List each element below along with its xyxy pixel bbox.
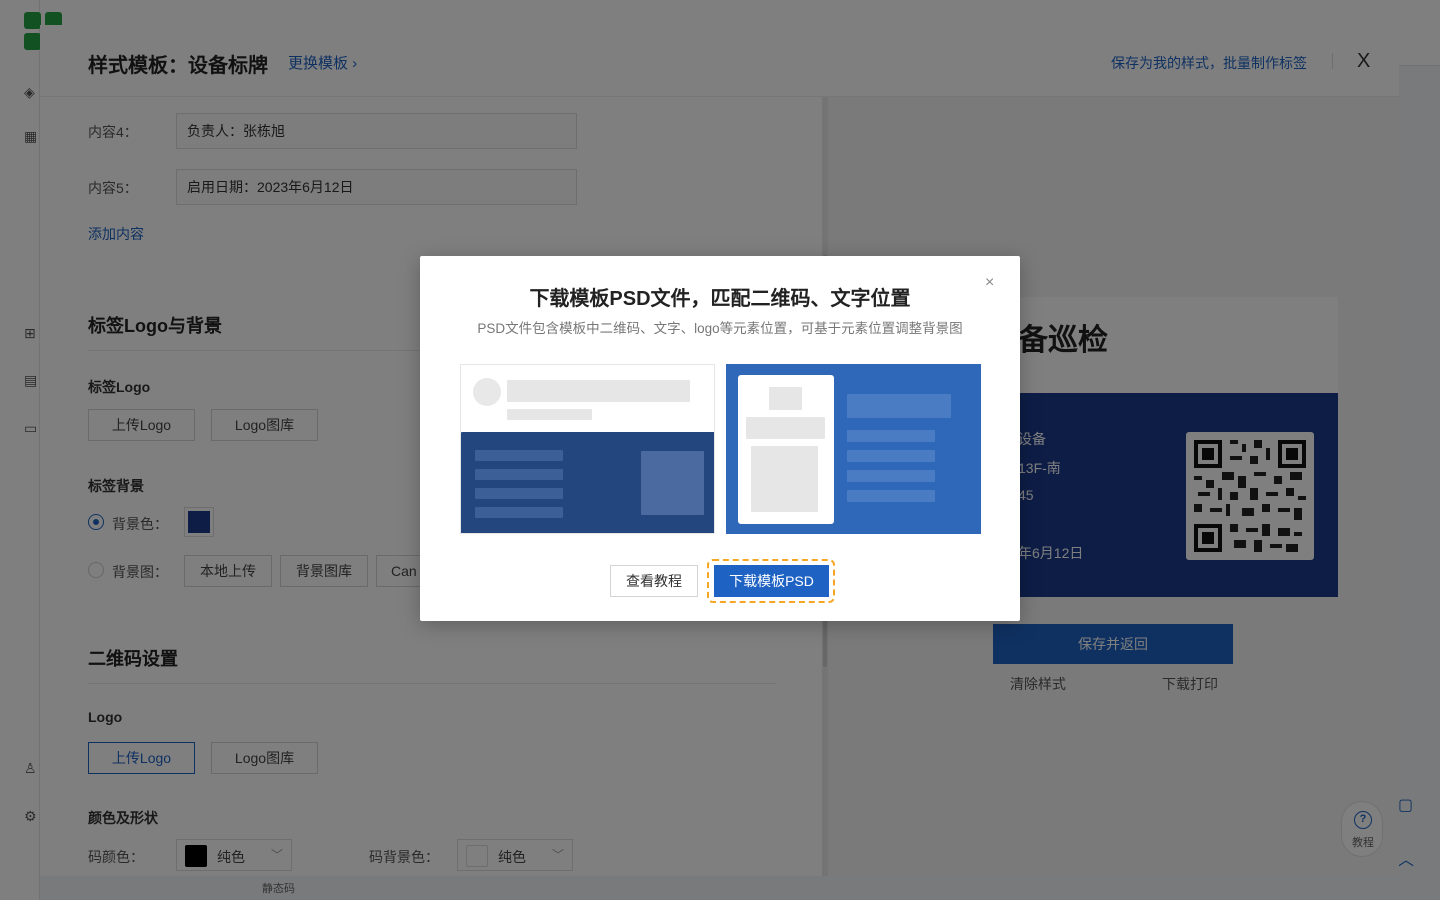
download-psd-dialog: × 下载模板PSD文件，匹配二维码、文字位置 PSD文件包含模板中二维码、文字、… [420, 256, 1020, 621]
template-illustration-horizontal [460, 364, 715, 534]
dialog-subtitle: PSD文件包含模板中二维码、文字、logo等元素位置，可基于元素位置调整背景图 [477, 321, 963, 336]
download-psd-button[interactable]: 下载模板PSD [714, 565, 829, 597]
view-tutorial-button[interactable]: 查看教程 [610, 565, 698, 597]
dialog-title: 下载模板PSD文件，匹配二维码、文字位置 [529, 288, 911, 310]
template-illustration-vertical [726, 364, 981, 534]
